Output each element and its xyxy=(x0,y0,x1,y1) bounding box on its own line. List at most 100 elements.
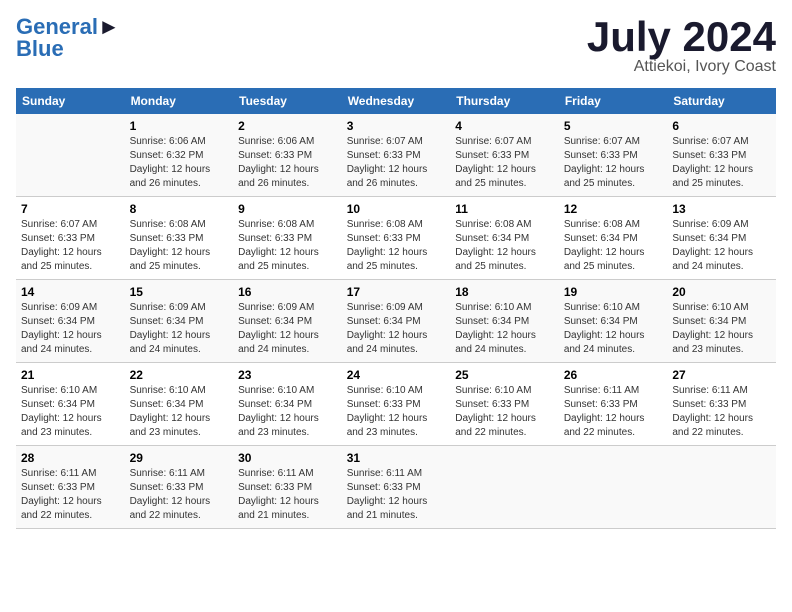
day-info: Sunrise: 6:07 AM Sunset: 6:33 PM Dayligh… xyxy=(455,135,554,191)
day-number: 29 xyxy=(130,451,229,465)
calendar-cell: 28Sunrise: 6:11 AM Sunset: 6:33 PM Dayli… xyxy=(16,446,125,529)
calendar-cell: 12 Sunrise: 6:08 AM Sunset: 6:34 PM Dayli… xyxy=(559,197,668,280)
calendar-title: July 2024 xyxy=(587,16,776,58)
title-block: July 2024 Attiekoi, Ivory Coast xyxy=(587,16,776,76)
day-info: Sunrise: 6:07 AM Sunset: 6:33 PM Dayligh… xyxy=(347,135,446,191)
calendar-cell: 26 Sunrise: 6:11 AM Sunset: 6:33 PM Dayli… xyxy=(559,363,668,446)
day-info: Sunrise: 6:10 AM Sunset: 6:34 PM Dayligh… xyxy=(564,301,663,357)
day-info: Sunrise: 6:08 AM Sunset: 6:33 PM Dayligh… xyxy=(347,218,446,274)
day-info: Sunrise: 6:11 AM Sunset: 6:33 PM Dayligh… xyxy=(130,467,229,523)
day-number: 21 xyxy=(21,368,120,382)
calendar-cell: 15Sunrise: 6:09 AM Sunset: 6:34 PM Dayli… xyxy=(125,280,234,363)
calendar-week-row: 1 Sunrise: 6:06 AM Sunset: 6:32 PM Daylig… xyxy=(16,114,776,197)
calendar-cell: 16Sunrise: 6:09 AM Sunset: 6:34 PM Dayli… xyxy=(233,280,342,363)
day-number: 26 xyxy=(564,368,663,382)
day-number: 18 xyxy=(455,285,554,299)
page-header: General► Blue July 2024 Attiekoi, Ivory … xyxy=(16,16,776,76)
day-info: Sunrise: 6:11 AM Sunset: 6:33 PM Dayligh… xyxy=(21,467,120,523)
weekday-header-row: SundayMondayTuesdayWednesdayThursdayFrid… xyxy=(16,88,776,114)
logo: General► Blue xyxy=(16,16,120,60)
calendar-cell: 1 Sunrise: 6:06 AM Sunset: 6:32 PM Daylig… xyxy=(125,114,234,197)
calendar-cell: 4 Sunrise: 6:07 AM Sunset: 6:33 PM Daylig… xyxy=(450,114,559,197)
logo-blue: Blue xyxy=(16,36,64,61)
calendar-cell: 31 Sunrise: 6:11 AM Sunset: 6:33 PM Dayli… xyxy=(342,446,451,529)
day-number: 19 xyxy=(564,285,663,299)
day-info: Sunrise: 6:09 AM Sunset: 6:34 PM Dayligh… xyxy=(347,301,446,357)
day-number: 17 xyxy=(347,285,446,299)
day-number: 3 xyxy=(347,119,446,133)
day-number: 2 xyxy=(238,119,337,133)
day-number: 24 xyxy=(347,368,446,382)
day-number: 12 xyxy=(564,202,663,216)
calendar-cell: 22Sunrise: 6:10 AM Sunset: 6:34 PM Dayli… xyxy=(125,363,234,446)
day-info: Sunrise: 6:10 AM Sunset: 6:33 PM Dayligh… xyxy=(455,384,554,440)
calendar-table: SundayMondayTuesdayWednesdayThursdayFrid… xyxy=(16,88,776,529)
calendar-cell: 17 Sunrise: 6:09 AM Sunset: 6:34 PM Dayli… xyxy=(342,280,451,363)
day-number: 23 xyxy=(238,368,337,382)
calendar-cell: 8 Sunrise: 6:08 AM Sunset: 6:33 PM Daylig… xyxy=(125,197,234,280)
calendar-cell: 23 Sunrise: 6:10 AM Sunset: 6:34 PM Dayli… xyxy=(233,363,342,446)
day-info: Sunrise: 6:07 AM Sunset: 6:33 PM Dayligh… xyxy=(21,218,120,274)
day-info: Sunrise: 6:10 AM Sunset: 6:34 PM Dayligh… xyxy=(130,384,229,440)
day-number: 5 xyxy=(564,119,663,133)
day-info: Sunrise: 6:07 AM Sunset: 6:33 PM Dayligh… xyxy=(672,135,771,191)
day-info: Sunrise: 6:06 AM Sunset: 6:32 PM Dayligh… xyxy=(130,135,229,191)
day-number: 1 xyxy=(130,119,229,133)
calendar-cell: 13 Sunrise: 6:09 AM Sunset: 6:34 PM Dayli… xyxy=(667,197,776,280)
calendar-cell: 7 Sunrise: 6:07 AM Sunset: 6:33 PM Daylig… xyxy=(16,197,125,280)
day-number: 4 xyxy=(455,119,554,133)
calendar-cell xyxy=(559,446,668,529)
calendar-cell: 14Sunrise: 6:09 AM Sunset: 6:34 PM Dayli… xyxy=(16,280,125,363)
calendar-cell: 5 Sunrise: 6:07 AM Sunset: 6:33 PM Daylig… xyxy=(559,114,668,197)
calendar-week-row: 21 Sunrise: 6:10 AM Sunset: 6:34 PM Dayli… xyxy=(16,363,776,446)
day-number: 6 xyxy=(672,119,771,133)
day-number: 13 xyxy=(672,202,771,216)
day-info: Sunrise: 6:06 AM Sunset: 6:33 PM Dayligh… xyxy=(238,135,337,191)
weekday-header: Sunday xyxy=(16,88,125,114)
day-number: 31 xyxy=(347,451,446,465)
calendar-cell xyxy=(450,446,559,529)
calendar-cell: 21 Sunrise: 6:10 AM Sunset: 6:34 PM Dayli… xyxy=(16,363,125,446)
calendar-cell: 25 Sunrise: 6:10 AM Sunset: 6:33 PM Dayli… xyxy=(450,363,559,446)
calendar-cell xyxy=(667,446,776,529)
weekday-header: Friday xyxy=(559,88,668,114)
day-info: Sunrise: 6:10 AM Sunset: 6:34 PM Dayligh… xyxy=(21,384,120,440)
calendar-cell: 27Sunrise: 6:11 AM Sunset: 6:33 PM Dayli… xyxy=(667,363,776,446)
weekday-header: Thursday xyxy=(450,88,559,114)
calendar-cell: 6 Sunrise: 6:07 AM Sunset: 6:33 PM Daylig… xyxy=(667,114,776,197)
day-number: 11 xyxy=(455,202,554,216)
weekday-header: Wednesday xyxy=(342,88,451,114)
day-number: 9 xyxy=(238,202,337,216)
day-info: Sunrise: 6:09 AM Sunset: 6:34 PM Dayligh… xyxy=(672,218,771,274)
day-info: Sunrise: 6:08 AM Sunset: 6:34 PM Dayligh… xyxy=(564,218,663,274)
calendar-cell: 30Sunrise: 6:11 AM Sunset: 6:33 PM Dayli… xyxy=(233,446,342,529)
calendar-cell: 3 Sunrise: 6:07 AM Sunset: 6:33 PM Daylig… xyxy=(342,114,451,197)
day-info: Sunrise: 6:07 AM Sunset: 6:33 PM Dayligh… xyxy=(564,135,663,191)
calendar-cell: 2 Sunrise: 6:06 AM Sunset: 6:33 PM Daylig… xyxy=(233,114,342,197)
calendar-cell: 18 Sunrise: 6:10 AM Sunset: 6:34 PM Dayli… xyxy=(450,280,559,363)
day-info: Sunrise: 6:10 AM Sunset: 6:34 PM Dayligh… xyxy=(672,301,771,357)
calendar-week-row: 7 Sunrise: 6:07 AM Sunset: 6:33 PM Daylig… xyxy=(16,197,776,280)
day-info: Sunrise: 6:09 AM Sunset: 6:34 PM Dayligh… xyxy=(130,301,229,357)
day-info: Sunrise: 6:09 AM Sunset: 6:34 PM Dayligh… xyxy=(238,301,337,357)
logo-text: General► Blue xyxy=(16,16,120,60)
day-number: 8 xyxy=(130,202,229,216)
day-info: Sunrise: 6:10 AM Sunset: 6:34 PM Dayligh… xyxy=(455,301,554,357)
day-info: Sunrise: 6:11 AM Sunset: 6:33 PM Dayligh… xyxy=(564,384,663,440)
day-number: 25 xyxy=(455,368,554,382)
calendar-cell: 9 Sunrise: 6:08 AM Sunset: 6:33 PM Daylig… xyxy=(233,197,342,280)
day-number: 7 xyxy=(21,202,120,216)
day-number: 10 xyxy=(347,202,446,216)
day-number: 14 xyxy=(21,285,120,299)
day-info: Sunrise: 6:11 AM Sunset: 6:33 PM Dayligh… xyxy=(347,467,446,523)
day-number: 30 xyxy=(238,451,337,465)
day-info: Sunrise: 6:10 AM Sunset: 6:33 PM Dayligh… xyxy=(347,384,446,440)
day-number: 20 xyxy=(672,285,771,299)
calendar-cell: 10 Sunrise: 6:08 AM Sunset: 6:33 PM Dayli… xyxy=(342,197,451,280)
calendar-cell xyxy=(16,114,125,197)
calendar-week-row: 14 Sunrise: 6:09 AM Sunset: 6:34 PM Dayli… xyxy=(16,280,776,363)
day-info: Sunrise: 6:08 AM Sunset: 6:33 PM Dayligh… xyxy=(130,218,229,274)
day-info: Sunrise: 6:10 AM Sunset: 6:34 PM Dayligh… xyxy=(238,384,337,440)
calendar-subtitle: Attiekoi, Ivory Coast xyxy=(587,58,776,76)
day-info: Sunrise: 6:08 AM Sunset: 6:33 PM Dayligh… xyxy=(238,218,337,274)
